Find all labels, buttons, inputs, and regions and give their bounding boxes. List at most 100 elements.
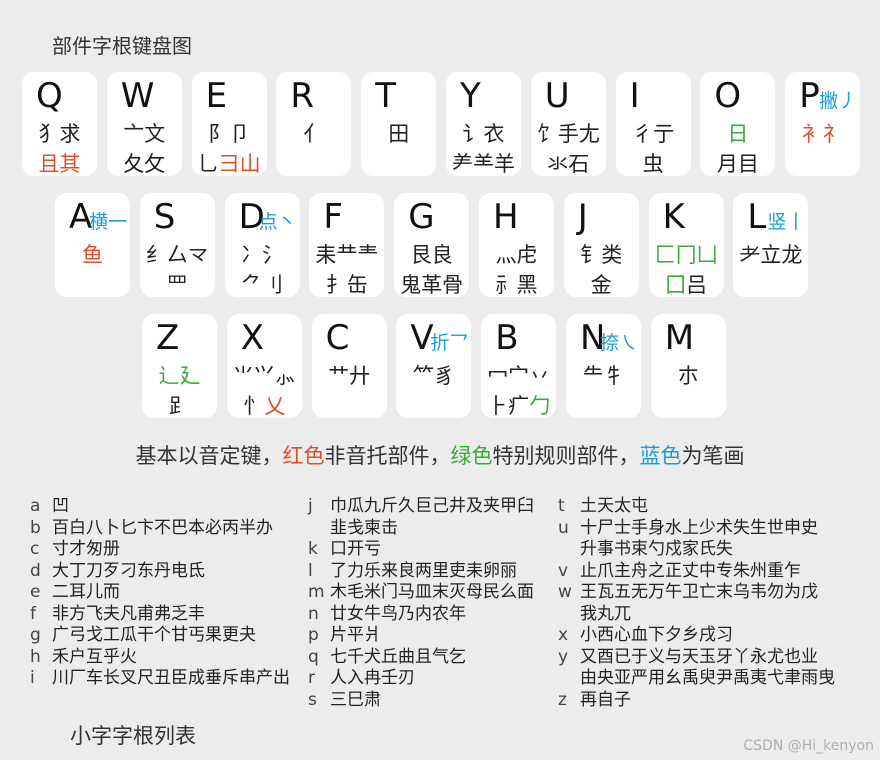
radical-text: 衤礻: [801, 122, 844, 146]
radical-line: 日: [700, 118, 775, 148]
list-letter: g: [30, 625, 41, 645]
list-letter: j: [308, 496, 313, 516]
radical-line: 衤礻: [785, 118, 860, 148]
radical-text: 且其: [38, 152, 81, 176]
radical-line: ⺹立龙: [733, 239, 808, 269]
list-letter: r: [308, 668, 315, 688]
radical-line: 艮良: [394, 239, 469, 269]
key-m: M朩: [650, 314, 726, 418]
key-letter: Z: [156, 318, 180, 358]
list-radicals: 百白八卜匕卞不巴本必丙半办: [52, 517, 273, 538]
radical-line: 夂攵: [107, 148, 182, 178]
list-letter: e: [30, 582, 41, 602]
key-p: P 撇丿 衤礻: [785, 72, 861, 176]
radical-line: 冫氵: [225, 239, 300, 269]
legend-text: 非音托部件，: [324, 444, 451, 468]
list-letter: b: [30, 517, 41, 538]
radical-text: 夂攵: [123, 152, 166, 176]
radical-text: 氺石: [547, 152, 590, 176]
key-n: N 捺㇏ ⺧牜: [566, 314, 641, 418]
list-radicals: 巾瓜九斤久巨己井及夹甲臼: [330, 496, 534, 516]
key-l: L 竖丨 ⺹立龙: [733, 193, 809, 297]
list-radicals: 七千犬丘曲且气乞: [330, 646, 466, 667]
radical-text: ⺃: [197, 152, 219, 176]
list-letter: l: [308, 560, 313, 581]
radical-text: 彳亍: [632, 122, 675, 146]
radical-line: 艹廾: [312, 360, 387, 390]
watermark: CSDN @Hi_kenyon: [743, 738, 874, 754]
radical-line: ⺬黑: [479, 269, 554, 299]
stroke-note: 撇丿: [819, 90, 858, 112]
stroke-note: 点丶: [258, 211, 297, 233]
legend-text: 基本以音定键，: [135, 444, 283, 468]
radical-line: 阝卩: [192, 118, 267, 148]
radical-line: 忄乂: [227, 390, 302, 420]
radical-line: 囗吕: [649, 269, 724, 299]
radical-line: 鬼革骨: [394, 269, 469, 299]
radical-text: 匚冂凵: [654, 243, 718, 267]
radical-text: 罒: [166, 273, 188, 297]
radical-line: 田: [361, 118, 436, 148]
list-radicals: 寸才匆册: [52, 539, 120, 559]
radical-line: 彳亍: [616, 118, 691, 148]
list-letter: d: [30, 560, 41, 581]
color-legend: 基本以音定键，红色非音托部件，绿色特别规则部件，蓝色为笔画: [0, 440, 880, 470]
radical-line: 犭求: [22, 118, 97, 148]
radical-line: ⺶⺷羊: [446, 148, 521, 178]
key-letter: X: [240, 318, 265, 358]
radical-text: 乂: [264, 394, 286, 418]
key-letter: W: [120, 76, 155, 116]
key-letter: F: [323, 197, 343, 237]
list-radicals: 广弓戈工瓜干个甘丐果更夬: [52, 625, 256, 645]
list-caption: 小字字根列表: [70, 724, 196, 748]
list-letter: k: [308, 539, 318, 559]
key-i: I 彳亍虫: [615, 72, 691, 176]
list-letter: n: [308, 603, 319, 624]
key-letter: S: [153, 197, 176, 237]
key-letter: Q: [36, 76, 63, 116]
radical-line: ⺌⺍⺗: [227, 360, 302, 390]
list-letter: x: [558, 625, 569, 645]
radical-text: 犭求: [38, 122, 81, 146]
list-letter: t: [558, 496, 565, 516]
radical-line: 冖宀丷: [481, 360, 556, 390]
key-letter: C: [325, 318, 350, 358]
radical-line: 纟厶龴: [140, 239, 215, 269]
key-letter: T: [375, 76, 396, 116]
list-radicals: 廿女牛鸟乃内农年: [330, 603, 466, 624]
radical-line: ⺃彐山: [192, 148, 267, 178]
list-radicals: 禾户互乎火: [52, 646, 137, 667]
radical-text: ⻊: [169, 394, 190, 418]
list-letter: v: [558, 560, 569, 581]
list-letter: c: [30, 539, 40, 559]
radical-text: 月目: [716, 152, 759, 176]
legend-text: 特别规则部件，: [492, 444, 640, 468]
radical-line: 饣手尢: [531, 118, 606, 148]
radical-line: 亠文: [107, 118, 182, 148]
list-radicals: 再自子: [580, 689, 631, 710]
radical-text: 灬虍: [495, 243, 538, 267]
list-radicals: 大丁刀歹刁东丹电氐: [52, 560, 205, 581]
key-x: X ⺌⺍⺗ 忄乂: [226, 314, 302, 420]
radical-text: 吕: [686, 273, 708, 297]
list-letter: q: [308, 646, 319, 667]
key-y: Y 讠衣 ⺶⺷羊: [446, 72, 521, 176]
key-letter: I: [629, 76, 640, 116]
key-k: K 匚冂凵 囗吕: [648, 193, 724, 299]
radical-line: 鱼: [55, 239, 130, 269]
radical-line: 罒: [140, 269, 215, 299]
key-r: R亻: [276, 72, 352, 176]
radical-text: 辶廴: [158, 364, 201, 388]
radical-text: 艮良: [410, 243, 453, 267]
list-radicals: 又酉已于义与天玉牙丫永尤也业: [580, 646, 818, 667]
key-letter: O: [714, 76, 742, 116]
legend-text: 红色: [282, 444, 325, 468]
key-h: H 灬虍 ⺬黑: [479, 193, 554, 297]
radical-line: 亻: [276, 118, 351, 148]
stroke-note: 竖丨: [767, 211, 806, 233]
key-c: C 艹廾: [311, 314, 387, 418]
radical-text: ⺌⺍⺗: [232, 364, 296, 388]
key-z: Z 辶廴⻊: [142, 314, 217, 418]
radical-text: 亻: [303, 122, 325, 146]
radical-line: 氺石: [531, 148, 606, 178]
